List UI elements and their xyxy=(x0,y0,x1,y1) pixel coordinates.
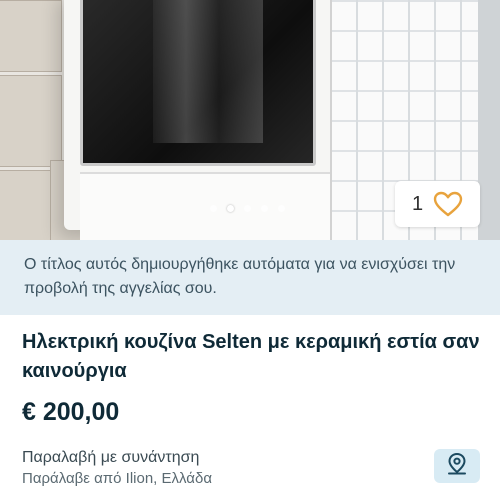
map-pin-icon xyxy=(446,452,468,481)
listing-title: Ηλεκτρική κουζίνα Selten με κεραμική εστ… xyxy=(22,331,480,382)
gallery-dot[interactable] xyxy=(210,205,217,212)
floor-tile xyxy=(0,0,62,72)
floor-tile xyxy=(0,170,52,240)
pickup-location: Παράλαβε από Ilion, Ελλάδα xyxy=(22,470,212,487)
map-button[interactable] xyxy=(434,449,480,483)
heart-outline-icon xyxy=(433,191,463,217)
gallery-dot[interactable] xyxy=(261,205,268,212)
floor-tile xyxy=(0,75,62,167)
listing-price: € 200,00 xyxy=(22,398,120,426)
gallery-dot[interactable] xyxy=(278,205,285,212)
listing-photo[interactable]: 1 xyxy=(0,0,500,240)
favorite-button[interactable]: 1 xyxy=(395,181,480,227)
gallery-dot[interactable] xyxy=(244,205,251,212)
delivery-method: Παραλαβή με συνάντηση xyxy=(22,449,200,466)
favorite-count: 1 xyxy=(411,192,424,215)
gallery-pagination xyxy=(210,205,285,212)
wall xyxy=(478,0,500,240)
oven-door xyxy=(80,0,316,166)
auto-title-notice: Ο τίτλος αυτός δημιουργήθηκε αυτόματα γι… xyxy=(0,240,500,315)
notice-text: Ο τίτλος αυτός δημιουργήθηκε αυτόματα γι… xyxy=(24,256,456,297)
gallery-dot-active[interactable] xyxy=(227,205,234,212)
stove-drawer xyxy=(80,172,330,240)
